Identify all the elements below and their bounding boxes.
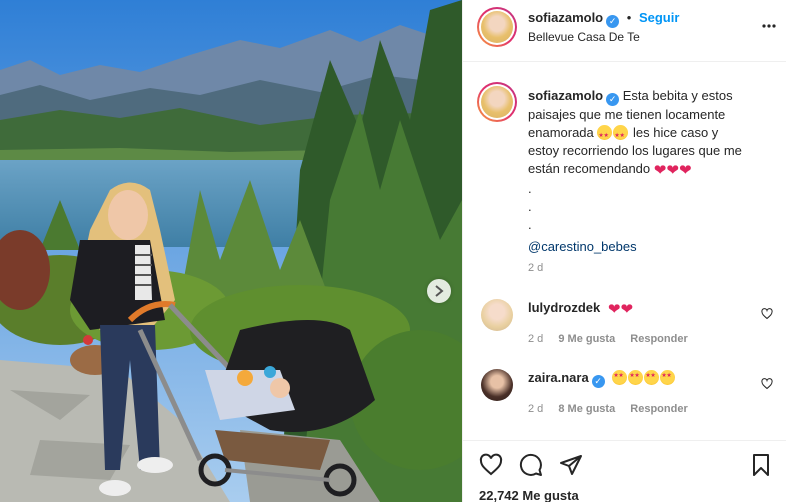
chevron-right-icon: [435, 285, 444, 297]
caption-line-4: estoy recorriendo los lugares que me: [528, 143, 742, 158]
post-side-panel: sofiazamolo ✓ • Seguir Bellevue Casa De T…: [462, 0, 786, 502]
star-struck-emoji-icon: [660, 370, 676, 385]
star-struck-emoji-icon: [628, 370, 644, 385]
lake-mountain-photo: [0, 0, 462, 502]
save-button[interactable]: [749, 453, 773, 480]
comment-body: lulydrozdek ❤❤: [528, 300, 633, 318]
likes-count[interactable]: 22,742 Me gusta: [479, 488, 579, 502]
comment-avatar[interactable]: [481, 369, 513, 401]
bookmark-icon: [753, 454, 769, 476]
comment-likes[interactable]: 9 Me gusta: [558, 333, 615, 345]
heart-outline-icon: [761, 308, 773, 320]
post-caption: sofiazamolo ✓ Esta bebita y estos paisaje…: [528, 87, 768, 256]
caption-text: están recomendando: [528, 161, 651, 176]
post-photo[interactable]: [0, 0, 462, 502]
action-bar: 22,742 Me gusta: [463, 440, 786, 502]
heart-fire-emoji-icon: ❤: [653, 162, 667, 179]
caption-line-3: enamorada les hice caso y: [528, 124, 768, 145]
comment-avatar[interactable]: [481, 299, 513, 331]
comment-like-button[interactable]: [761, 378, 773, 393]
comment-likes[interactable]: 8 Me gusta: [558, 403, 615, 415]
comment-icon: [519, 453, 542, 476]
caption-avatar[interactable]: [481, 86, 513, 118]
post-header: sofiazamolo ✓ • Seguir Bellevue Casa De T…: [463, 0, 786, 62]
caption-dot: .: [528, 199, 532, 214]
comment-button[interactable]: [519, 453, 543, 480]
red-heart-emoji-icon: ❤: [620, 301, 634, 318]
follow-button[interactable]: Seguir: [639, 10, 679, 25]
header-username[interactable]: sofiazamolo: [528, 10, 603, 25]
heart-outline-icon: [761, 378, 773, 390]
caption-text: les hice caso y: [633, 125, 719, 140]
verified-badge-icon: ✓: [591, 375, 605, 388]
star-struck-emoji-icon: [612, 370, 628, 385]
comment-meta: 2 d 9 Me gusta Responder: [528, 333, 700, 345]
heart-fire-emoji-icon: ❤: [678, 162, 692, 179]
comment-age: 2 d: [528, 333, 544, 345]
comment-meta: 2 d 8 Me gusta Responder: [528, 403, 700, 415]
separator-dot: •: [626, 10, 632, 25]
caption-age[interactable]: 2 d: [528, 262, 543, 274]
caption-text: Esta bebita y estos: [622, 88, 733, 103]
star-struck-emoji-icon: [613, 125, 629, 145]
caption-line-5: están recomendando ❤❤❤: [528, 160, 768, 180]
more-options-icon: [762, 24, 776, 28]
star-struck-emoji-icon: [644, 370, 660, 385]
caption-text: enamorada: [528, 125, 594, 140]
verified-badge-icon: ✓: [606, 15, 620, 28]
comment-username[interactable]: zaira.nara: [528, 370, 589, 385]
heart-fire-emoji-icon: ❤: [666, 162, 679, 179]
header-title-row: sofiazamolo ✓ • Seguir: [528, 10, 679, 28]
mention-link[interactable]: @carestino_bebes: [528, 238, 768, 256]
reply-button[interactable]: Responder: [630, 333, 687, 345]
paper-plane-icon: [560, 455, 582, 475]
instagram-post: sofiazamolo ✓ • Seguir Bellevue Casa De T…: [0, 0, 786, 502]
more-options-button[interactable]: [761, 18, 777, 37]
caption-line-1: sofiazamolo ✓ Esta bebita y estos: [528, 87, 768, 106]
location-link[interactable]: Bellevue Casa De Te: [528, 30, 640, 44]
red-heart-emoji-icon: ❤: [607, 301, 621, 318]
star-struck-emoji-icon: [597, 125, 613, 145]
comment-age: 2 d: [528, 403, 544, 415]
caption-dot: .: [528, 217, 532, 232]
caption-line-2: paisajes que me tienen locamente: [528, 107, 726, 122]
comment-username[interactable]: lulydrozdek: [528, 300, 600, 315]
reply-button[interactable]: Responder: [630, 403, 687, 415]
comment-body: zaira.nara ✓: [528, 370, 676, 388]
heart-icon: [479, 453, 503, 476]
caption-username[interactable]: sofiazamolo: [528, 88, 603, 103]
like-button[interactable]: [479, 453, 503, 480]
caption-dot: .: [528, 181, 532, 196]
next-photo-button[interactable]: [427, 279, 451, 303]
share-button[interactable]: [559, 453, 583, 480]
verified-badge-icon: ✓: [606, 93, 620, 106]
avatar[interactable]: [481, 11, 513, 43]
comment-like-button[interactable]: [761, 308, 773, 323]
